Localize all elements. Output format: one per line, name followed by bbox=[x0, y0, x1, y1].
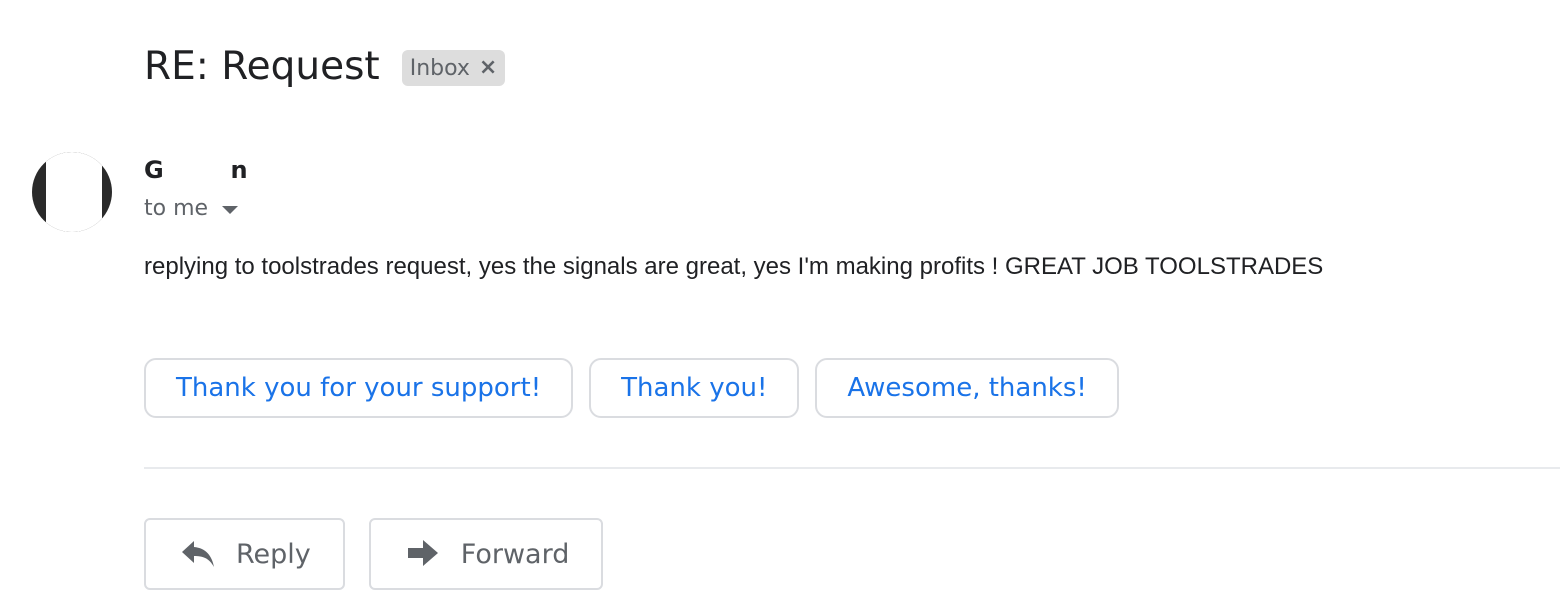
forward-icon bbox=[405, 536, 441, 572]
divider bbox=[144, 467, 1560, 469]
email-subject: RE: Request bbox=[144, 44, 380, 89]
sender-avatar[interactable] bbox=[32, 152, 112, 232]
reply-button[interactable]: Reply bbox=[144, 518, 345, 590]
sender-name[interactable]: G n bbox=[144, 156, 248, 184]
inbox-label-chip[interactable]: Inbox × bbox=[401, 50, 506, 86]
reply-icon bbox=[180, 536, 216, 572]
inbox-label-text: Inbox bbox=[409, 55, 470, 81]
recipient-text: to me bbox=[144, 196, 209, 221]
email-header: RE: Request Inbox × bbox=[144, 40, 506, 94]
reply-label: Reply bbox=[236, 538, 311, 570]
forward-label: Forward bbox=[460, 538, 570, 570]
show-details-chevron-down-icon[interactable] bbox=[222, 205, 239, 214]
message-actions: Reply Forward bbox=[144, 518, 627, 590]
remove-label-icon[interactable]: × bbox=[479, 57, 497, 79]
smart-reply-suggestions: Thank you for your support! Thank you! A… bbox=[144, 358, 1135, 418]
avatar-redaction bbox=[46, 152, 102, 232]
smart-reply-button[interactable]: Thank you for your support! bbox=[144, 358, 574, 418]
smart-reply-button[interactable]: Thank you! bbox=[589, 358, 800, 418]
recipient-details[interactable]: to me bbox=[144, 196, 239, 221]
smart-reply-button[interactable]: Awesome, thanks! bbox=[815, 358, 1119, 418]
forward-button[interactable]: Forward bbox=[368, 518, 604, 590]
message-body: replying to toolstrades request, yes the… bbox=[144, 253, 1324, 280]
